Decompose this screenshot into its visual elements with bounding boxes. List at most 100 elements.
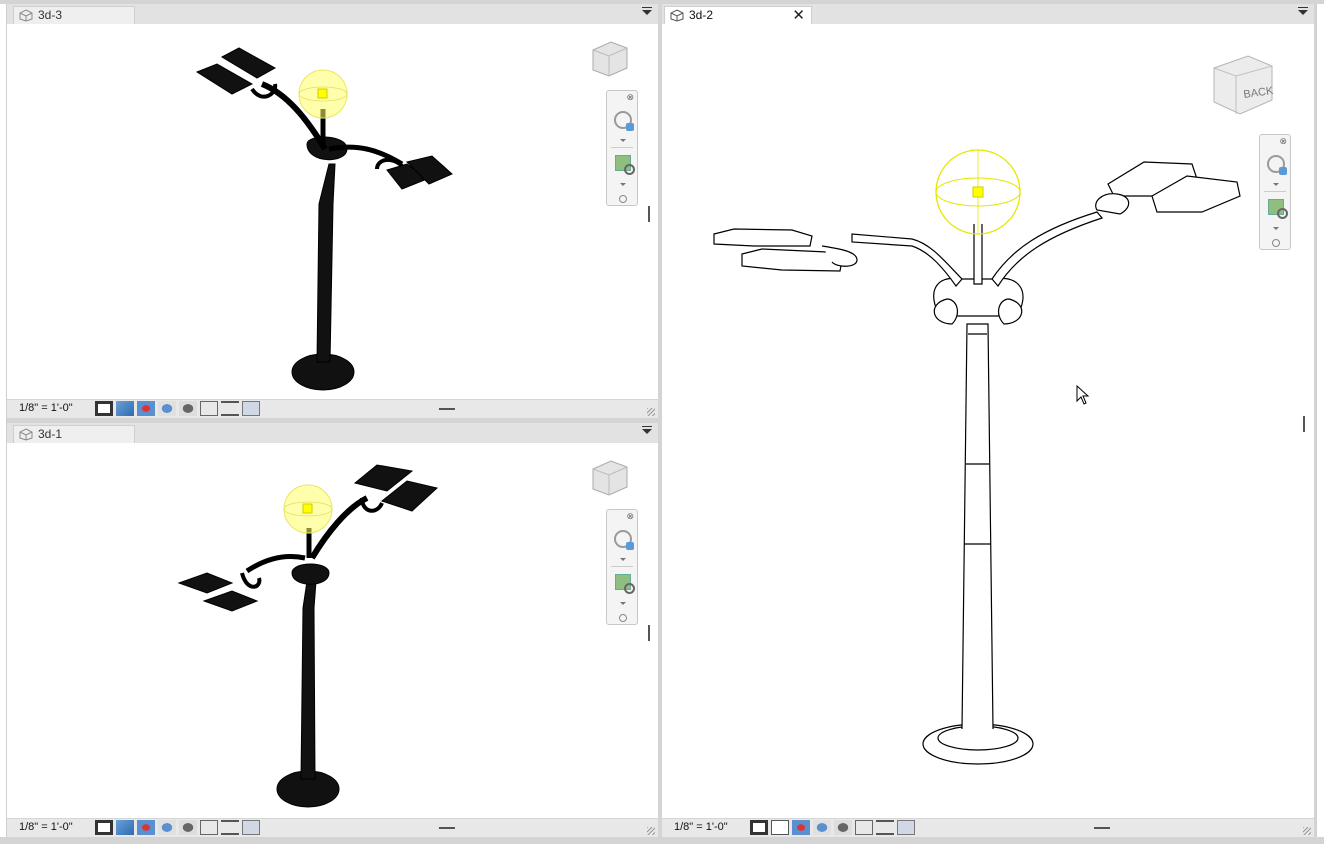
view-menu-dropdown-icon[interactable] (1298, 10, 1308, 15)
chevron-down-icon[interactable] (1273, 227, 1279, 230)
vertical-scrollbar[interactable] (1303, 416, 1305, 432)
show-crop-region-icon[interactable] (876, 820, 894, 835)
chevron-down-icon[interactable] (1273, 183, 1279, 186)
render-icon[interactable] (179, 401, 197, 416)
view-control-icons (95, 820, 260, 835)
drawing-canvas[interactable]: ⊗ (7, 443, 658, 819)
view-menu-dropdown-icon[interactable] (642, 10, 652, 15)
view-cube[interactable] (589, 38, 631, 80)
street-lamp-model (195, 47, 453, 391)
3d-view-icon (19, 428, 33, 441)
view-menu-line (1298, 7, 1308, 8)
navigation-bar[interactable]: ⊗ (1259, 134, 1291, 250)
street-lamp-model (177, 464, 439, 808)
chevron-down-icon[interactable] (620, 602, 626, 605)
sun-path-icon[interactable] (137, 820, 155, 835)
detail-level-icon[interactable] (750, 820, 768, 835)
view-control-icons (750, 820, 915, 835)
view-cube[interactable]: BACK (1208, 50, 1278, 120)
options-icon[interactable] (1272, 239, 1280, 247)
right-edge-panel (1316, 4, 1324, 837)
tab-bar: 3d-1 (7, 423, 658, 443)
view-control-icons (95, 401, 260, 416)
crop-view-icon[interactable] (200, 820, 218, 835)
steering-wheel-icon[interactable] (614, 530, 634, 550)
shadows-icon[interactable] (158, 820, 176, 835)
visual-style-icon[interactable] (116, 401, 134, 416)
options-icon[interactable] (619, 195, 627, 203)
tab-3d-3[interactable]: 3d-3 (13, 6, 135, 24)
street-lamp-wireframe (713, 149, 1241, 765)
steering-wheel-icon[interactable] (614, 111, 634, 131)
drawing-canvas[interactable]: BACK ⊗ (662, 24, 1314, 819)
crop-view-icon[interactable] (855, 820, 873, 835)
shadows-icon[interactable] (813, 820, 831, 835)
tab-3d-1[interactable]: 3d-1 (13, 425, 135, 443)
close-navbar-icon[interactable]: ⊗ (1279, 136, 1287, 147)
tab-bar: 3d-3 (7, 4, 658, 24)
navigation-bar[interactable]: ⊗ (606, 509, 638, 625)
resize-grip[interactable] (647, 827, 655, 835)
tab-label: 3d-2 (689, 8, 714, 22)
resize-grip[interactable] (1303, 827, 1311, 835)
sun-path-icon[interactable] (137, 401, 155, 416)
close-tab-icon[interactable]: ✕ (792, 7, 805, 24)
close-navbar-icon[interactable]: ⊗ (626, 511, 634, 522)
visual-style-icon[interactable] (116, 820, 134, 835)
show-crop-region-icon[interactable] (221, 820, 239, 835)
view-pane-3d-3: 3d-3 ⊗ 1/8" = 1'-0" (7, 4, 658, 418)
view-control-bar: 1/8" = 1'-0" (7, 399, 658, 418)
temporary-hide-icon[interactable] (242, 401, 260, 416)
render-icon[interactable] (834, 820, 852, 835)
divider (1264, 191, 1286, 192)
resize-grip[interactable] (647, 408, 655, 416)
show-crop-region-icon[interactable] (221, 401, 239, 416)
view-scale[interactable]: 1/8" = 1'-0" (19, 402, 73, 414)
mouse-cursor-icon (1076, 385, 1090, 405)
visual-style-icon[interactable] (771, 820, 789, 835)
horizontal-scrollbar[interactable] (1094, 827, 1110, 829)
crop-view-icon[interactable] (200, 401, 218, 416)
navigation-bar[interactable]: ⊗ (606, 90, 638, 206)
view-control-bar: 1/8" = 1'-0" (7, 818, 658, 837)
zoom-icon[interactable] (615, 155, 635, 175)
tab-3d-2[interactable]: 3d-2 ✕ (664, 6, 812, 24)
detail-level-icon[interactable] (95, 820, 113, 835)
render-icon[interactable] (179, 820, 197, 835)
view-menu-dropdown-icon[interactable] (642, 429, 652, 434)
view-menu-line (642, 7, 652, 8)
vertical-scrollbar[interactable] (648, 206, 650, 222)
temporary-hide-icon[interactable] (897, 820, 915, 835)
shadows-icon[interactable] (158, 401, 176, 416)
sun-path-icon[interactable] (792, 820, 810, 835)
chevron-down-icon[interactable] (620, 139, 626, 142)
horizontal-scrollbar[interactable] (439, 827, 455, 829)
divider (611, 147, 633, 148)
steering-wheel-icon[interactable] (1267, 155, 1287, 175)
vertical-scrollbar[interactable] (648, 625, 650, 641)
view-scale[interactable]: 1/8" = 1'-0" (674, 821, 728, 833)
zoom-icon[interactable] (1268, 199, 1288, 219)
view-pane-3d-2: 3d-2 ✕ BACK ⊗ 1/8" = 1'-0" (662, 4, 1314, 837)
temporary-hide-icon[interactable] (242, 820, 260, 835)
view-control-bar: 1/8" = 1'-0" (662, 818, 1314, 837)
zoom-icon[interactable] (615, 574, 635, 594)
view-pane-3d-1: 3d-1 ⊗ 1/8" = 1'-0" (7, 423, 658, 837)
tab-label: 3d-1 (38, 427, 63, 441)
3d-view-icon (19, 9, 33, 22)
tab-bar: 3d-2 ✕ (662, 4, 1314, 24)
horizontal-scrollbar[interactable] (439, 408, 455, 410)
drawing-canvas[interactable]: ⊗ (7, 24, 658, 400)
3d-view-icon (670, 9, 684, 22)
view-menu-line (642, 426, 652, 427)
left-edge-panel (0, 4, 7, 837)
divider (611, 566, 633, 567)
view-cube[interactable] (589, 457, 631, 499)
detail-level-icon[interactable] (95, 401, 113, 416)
view-scale[interactable]: 1/8" = 1'-0" (19, 821, 73, 833)
chevron-down-icon[interactable] (620, 183, 626, 186)
close-navbar-icon[interactable]: ⊗ (626, 92, 634, 103)
options-icon[interactable] (619, 614, 627, 622)
tab-label: 3d-3 (38, 8, 63, 22)
chevron-down-icon[interactable] (620, 558, 626, 561)
